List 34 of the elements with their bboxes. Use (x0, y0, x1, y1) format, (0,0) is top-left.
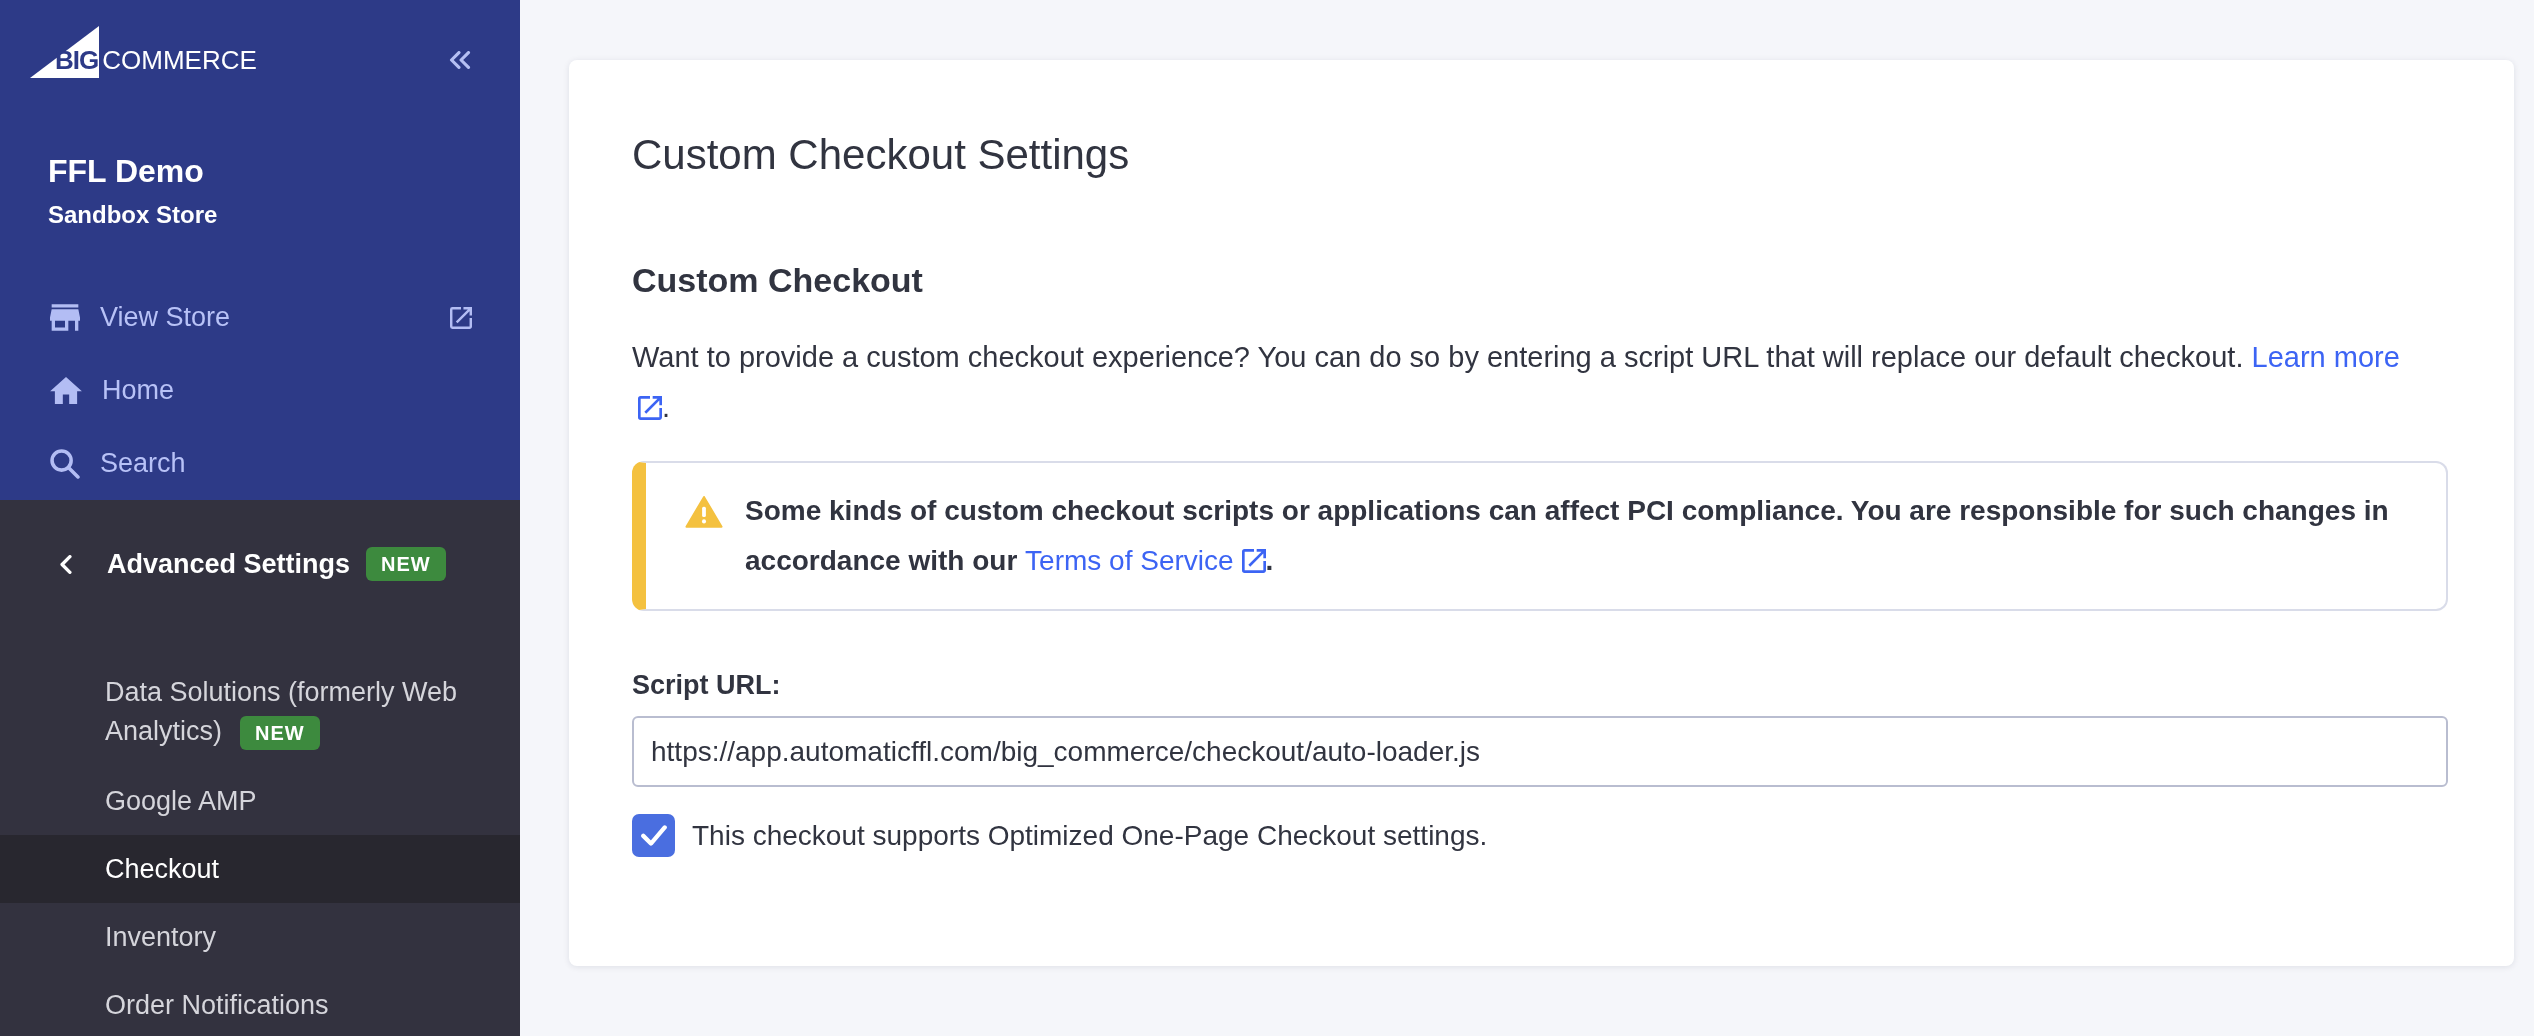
chevron-left-icon (60, 554, 72, 574)
back-to-section-link[interactable]: Advanced Settings NEW (0, 500, 520, 628)
description-text: Want to provide a custom checkout experience? You can do so by entering a script URL that will replace our default checkout. Learn more . (632, 340, 2401, 425)
nav-link[interactable]: Home (0, 354, 520, 427)
learn-more-link[interactable]: Learn more (2251, 341, 2400, 373)
checkmark-icon (640, 825, 667, 846)
submenu-item[interactable]: Inventory (0, 903, 520, 971)
nav-link[interactable]: View Store (0, 281, 520, 354)
store-subtitle: Sandbox Store (48, 200, 219, 230)
page-title: Custom Checkout Settings (632, 130, 1131, 180)
submenu-item[interactable]: Data Solutions (formerly Web Analytics) NEW (0, 657, 520, 767)
nav-link[interactable]: Search (0, 427, 520, 500)
checkbox-label: This checkout supports Optimized One-Page Checkout settings. (692, 818, 1488, 853)
store-name: FFL Demo (48, 152, 205, 191)
double-chevron-left-icon (449, 51, 471, 69)
external-link-icon (638, 396, 662, 420)
new-badge: NEW (366, 547, 446, 581)
warning-text: Some kinds of custom checkout scripts or applications can affect PCI compliance. You are responsible for such changes in accordance with our Terms of Service . (745, 494, 2390, 578)
section-title: Custom Checkout (632, 260, 924, 301)
submenu-item[interactable]: Checkout (0, 835, 520, 903)
warning-icon (685, 495, 723, 528)
store-icon (50, 304, 80, 331)
logo-triangle-icon (30, 26, 99, 78)
submenu-item[interactable]: Google AMP (0, 767, 520, 835)
script-url-field[interactable]: https://app.automaticffl.com/big_commerce/checkout/auto-loader.js (632, 716, 2448, 787)
checkbox[interactable] (632, 814, 675, 857)
script-url-label: Script URL: (632, 669, 782, 702)
collapse-sidebar-button[interactable] (448, 50, 472, 70)
new-badge: NEW (240, 715, 320, 750)
terms-of-service-link[interactable]: Terms of Service (1025, 545, 1234, 576)
search-icon (50, 448, 80, 479)
home-icon (50, 377, 82, 404)
external-link-icon (1241, 549, 1266, 573)
submenu-item[interactable]: Order Notifications (0, 971, 520, 1036)
